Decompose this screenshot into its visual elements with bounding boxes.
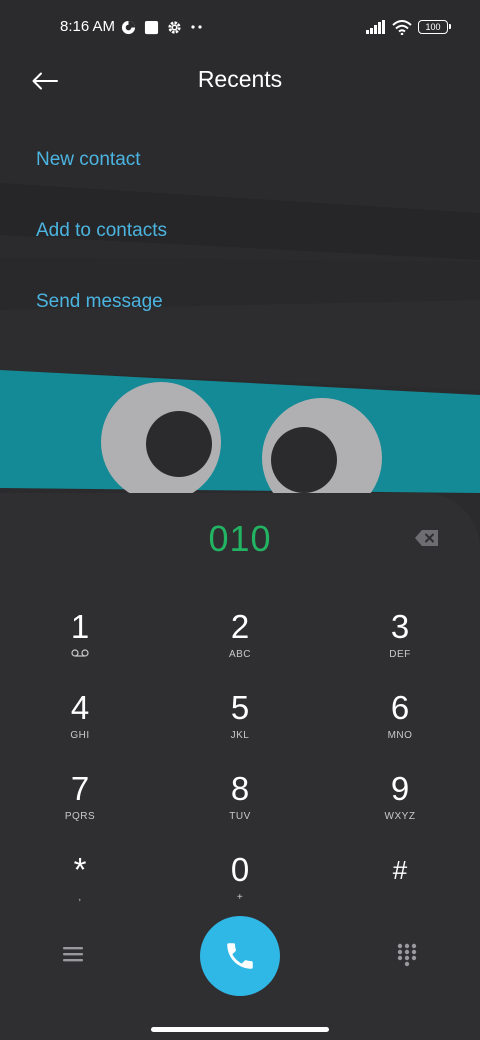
key-digit: # xyxy=(392,855,408,885)
menu-button[interactable] xyxy=(62,943,84,965)
key-8[interactable]: 8 TUV xyxy=(180,771,300,841)
backspace-icon xyxy=(415,530,438,546)
key-digit: 5 xyxy=(230,689,250,726)
key-letters: ABC xyxy=(228,649,252,660)
add-to-contacts-link[interactable]: Add to contacts xyxy=(36,220,167,242)
key-digit: 4 xyxy=(70,689,90,726)
key-digit: 7 xyxy=(70,770,90,807)
key-letters: DEF xyxy=(389,649,411,660)
call-button[interactable] xyxy=(200,916,280,996)
key-letters: WXYZ xyxy=(384,811,416,822)
key-1[interactable]: 1 xyxy=(20,609,140,679)
status-time: 8:16 AM xyxy=(60,18,116,35)
key-digit: 3 xyxy=(390,608,410,645)
key-hash[interactable]: # xyxy=(340,852,460,922)
key-letters: JKL xyxy=(230,730,250,741)
key-digit: 2 xyxy=(230,608,250,645)
key-7[interactable]: 7 PQRS xyxy=(20,771,140,841)
voicemail-icon xyxy=(20,649,140,661)
navigation-handle[interactable] xyxy=(151,1027,329,1032)
key-star[interactable]: * , xyxy=(20,852,140,922)
key-4[interactable]: 4 GHI xyxy=(20,690,140,760)
data-saver-icon xyxy=(121,20,136,34)
key-letters: PQRS xyxy=(64,811,96,822)
new-contact-link[interactable]: New contact xyxy=(36,149,141,171)
more-dots-icon xyxy=(191,25,202,29)
status-icons-right: 100 xyxy=(366,18,451,36)
wifi-icon xyxy=(392,19,412,35)
status-bar: 8:16 AM 100 xyxy=(0,0,480,56)
key-2[interactable]: 2 ABC xyxy=(180,609,300,679)
phone-icon xyxy=(227,943,253,969)
dialed-number[interactable]: 010 xyxy=(0,518,480,560)
key-digit: 9 xyxy=(390,770,410,807)
key-6[interactable]: 6 MNO xyxy=(340,690,460,760)
battery-icon: 100 xyxy=(418,20,451,34)
hamburger-menu-icon xyxy=(63,947,83,962)
backspace-button[interactable] xyxy=(414,528,440,548)
key-0[interactable]: 0 + xyxy=(180,852,300,922)
key-letters: MNO xyxy=(387,730,413,741)
square-icon xyxy=(144,20,159,34)
key-3[interactable]: 3 DEF xyxy=(340,609,460,679)
status-icons-left xyxy=(121,18,204,36)
key-letters: + xyxy=(236,892,244,903)
page-title: Recents xyxy=(197,66,283,92)
key-digit: 6 xyxy=(390,689,410,726)
key-digit: 1 xyxy=(70,608,90,645)
key-digit: 8 xyxy=(230,770,250,807)
send-message-link[interactable]: Send message xyxy=(36,291,163,313)
signal-icon xyxy=(366,20,385,34)
key-letters: TUV xyxy=(229,811,251,822)
key-letters: , xyxy=(78,892,82,903)
key-digit: * xyxy=(73,851,87,888)
gear-icon xyxy=(168,20,181,34)
key-letters: GHI xyxy=(70,730,90,741)
dialpad-icon xyxy=(397,943,417,967)
key-9[interactable]: 9 WXYZ xyxy=(340,771,460,841)
key-digit: 0 xyxy=(230,851,250,888)
key-5[interactable]: 5 JKL xyxy=(180,690,300,760)
keypad-toggle-button[interactable] xyxy=(396,943,418,967)
